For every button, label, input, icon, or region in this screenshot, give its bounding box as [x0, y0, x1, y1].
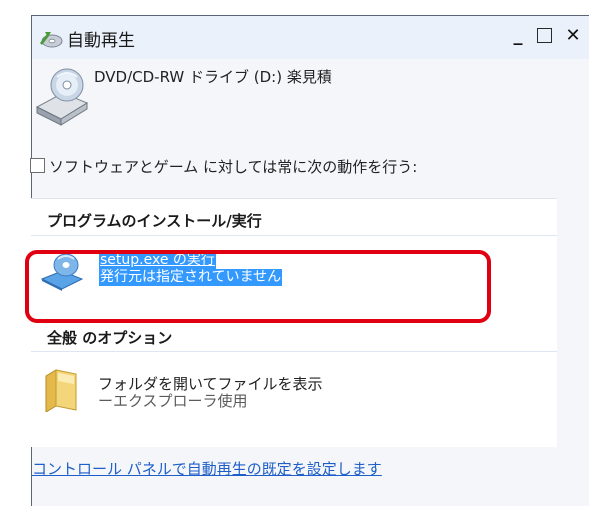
folder-icon	[45, 369, 77, 412]
open-folder-option[interactable]: フォルダを開いてファイルを表示 ーエクスプローラ使用	[36, 359, 436, 419]
autoplay-cd-icon	[40, 32, 63, 48]
always-do-checkbox-label[interactable]: ソフトウェアとゲーム に対しては常に次の動作を行う:	[49, 156, 417, 177]
title-bar[interactable]: 自動再生 _ ✕	[32, 16, 589, 59]
minimize-button[interactable]: _	[506, 26, 530, 46]
dvd-drive-icon	[35, 68, 89, 126]
section-divider	[31, 351, 557, 352]
autoplay-defaults-link[interactable]: コントロール パネルで自動再生の既定を設定します	[32, 458, 382, 479]
always-do-checkbox[interactable]	[30, 158, 45, 173]
install-section-header: プログラムのインストール/実行	[47, 212, 262, 230]
maximize-button[interactable]	[534, 26, 554, 46]
device-label: DVD/CD-RW ドライブ (D:) 楽見積	[94, 68, 332, 86]
open-folder-subtitle: ーエクスプローラ使用	[98, 392, 248, 410]
maximize-icon	[536, 28, 552, 43]
window-title: 自動再生	[67, 31, 135, 51]
close-button[interactable]: ✕	[562, 26, 584, 46]
annotation-highlight-box	[25, 250, 491, 323]
section-divider	[31, 235, 557, 236]
general-section-header: 全般 のオプション	[47, 329, 173, 347]
